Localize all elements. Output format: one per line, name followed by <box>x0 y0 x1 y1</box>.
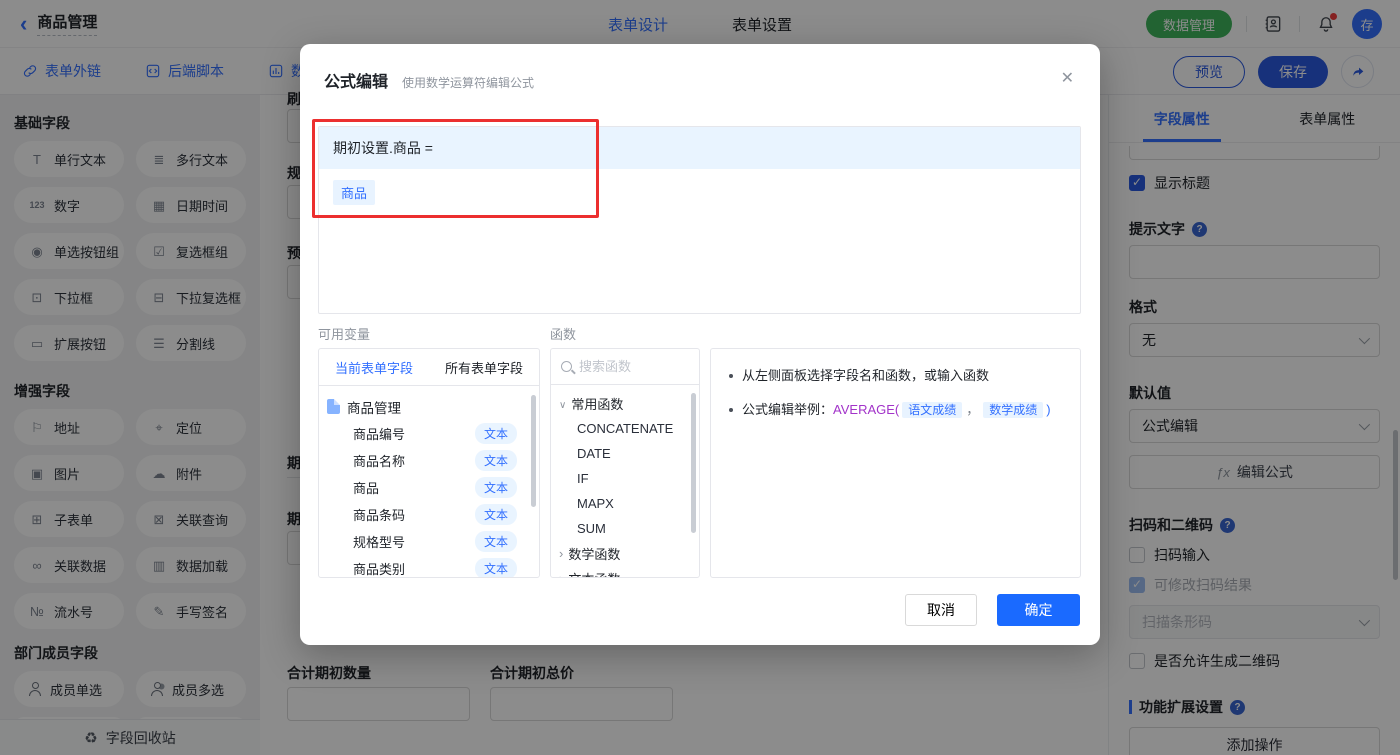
variable-type-badge: 文本 <box>474 450 517 471</box>
variable-item[interactable]: 规格型号 文本 <box>327 528 531 555</box>
example-field-chip: 数学成绩 <box>983 402 1044 418</box>
function-item[interactable]: SUM <box>551 516 699 541</box>
variable-type-badge: 文本 <box>474 477 517 498</box>
function-item[interactable]: CONCATENATE <box>551 416 699 441</box>
function-item[interactable]: MAPX <box>551 491 699 516</box>
chevron-down-icon <box>559 396 566 411</box>
scrollbar-thumb[interactable] <box>691 393 696 533</box>
function-search-input[interactable] <box>579 359 689 374</box>
variables-root-label: 商品管理 <box>347 400 401 416</box>
formula-target: 期初设置.商品 = <box>319 127 1080 169</box>
variables-panel: 当前表单字段 所有表单字段 商品管理 商品编号 文本 商品名称 文本 商品 文本 商品… <box>318 348 540 578</box>
tab-all-form-fields[interactable]: 所有表单字段 <box>429 349 539 385</box>
help-tip: 从左侧面板选择字段名和函数，或输入函数 <box>742 368 990 383</box>
functions-section-label: 函数 <box>550 327 577 342</box>
variable-item[interactable]: 商品条码 文本 <box>327 501 531 528</box>
cancel-button[interactable]: 取消 <box>905 594 977 626</box>
variable-type-badge: 文本 <box>474 423 517 444</box>
variable-item[interactable]: 商品 文本 <box>327 474 531 501</box>
formula-help-panel: 从左侧面板选择字段名和函数，或输入函数 公式编辑举例：AVERAGE(语文成绩，… <box>710 348 1081 578</box>
example-field-chip: 语文成绩 <box>902 402 963 418</box>
function-item[interactable]: DATE <box>551 441 699 466</box>
variable-item[interactable]: 商品名称 文本 <box>327 447 531 474</box>
formula-editor[interactable]: 期初设置.商品 = 商品 <box>318 126 1081 314</box>
variables-root[interactable]: 商品管理 <box>327 393 531 420</box>
variable-type-badge: 文本 <box>474 531 517 552</box>
variable-type-badge: 文本 <box>474 504 517 525</box>
bullet-dot <box>729 374 733 378</box>
scrollbar-thumb[interactable] <box>531 395 536 507</box>
variable-name: 规格型号 <box>353 535 406 550</box>
tab-current-form-fields[interactable]: 当前表单字段 <box>319 349 429 385</box>
function-group-common[interactable]: 常用函数 <box>551 391 699 416</box>
chevron-right-icon <box>559 546 563 561</box>
confirm-button[interactable]: 确定 <box>997 594 1080 626</box>
function-group-label: 数学函数 <box>568 547 621 562</box>
formula-edit-modal: 公式编辑 使用数学运算符编辑公式 期初设置.商品 = 商品 可用变量 函数 当前… <box>300 44 1100 645</box>
function-group-text[interactable]: 文本函数 <box>551 566 699 577</box>
bullet-dot <box>729 408 733 412</box>
close-icon[interactable] <box>1061 68 1074 88</box>
function-item[interactable]: IF <box>551 466 699 491</box>
help-example: 公式编辑举例：AVERAGE(语文成绩，数学成绩) <box>742 399 1051 421</box>
variable-name: 商品类别 <box>353 562 406 577</box>
variable-item[interactable]: 商品类别 文本 <box>327 555 531 577</box>
help-example-prefix: 公式编辑举例： <box>742 402 834 417</box>
variable-item[interactable]: 商品编号 文本 <box>327 420 531 447</box>
function-group-math[interactable]: 数学函数 <box>551 541 699 566</box>
example-close-paren: ) <box>1046 402 1051 417</box>
variables-section-label: 可用变量 <box>318 327 371 342</box>
formula-field-chip[interactable]: 商品 <box>333 180 376 205</box>
search-icon <box>561 361 572 372</box>
variable-name: 商品 <box>353 481 380 496</box>
modal-title: 公式编辑 <box>324 74 389 91</box>
variable-name: 商品编号 <box>353 427 406 442</box>
variable-type-badge: 文本 <box>474 558 517 577</box>
example-function-name: AVERAGE( <box>833 402 900 417</box>
variable-name: 商品名称 <box>353 454 406 469</box>
variable-name: 商品条码 <box>353 508 406 523</box>
function-group-label: 文本函数 <box>568 569 620 577</box>
example-comma: ， <box>966 402 980 417</box>
functions-panel: 常用函数 CONCATENATE DATE IF MAPX SUM 数学函数 文… <box>550 348 700 578</box>
form-file-icon <box>327 399 340 414</box>
form-designer-app: 商品管理 表单设计 表单设置 数据管理 存 表单外链 <box>0 0 1400 755</box>
modal-subtitle: 使用数学运算符编辑公式 <box>402 76 535 90</box>
function-group-label: 常用函数 <box>571 397 624 412</box>
chevron-right-icon <box>559 571 563 577</box>
